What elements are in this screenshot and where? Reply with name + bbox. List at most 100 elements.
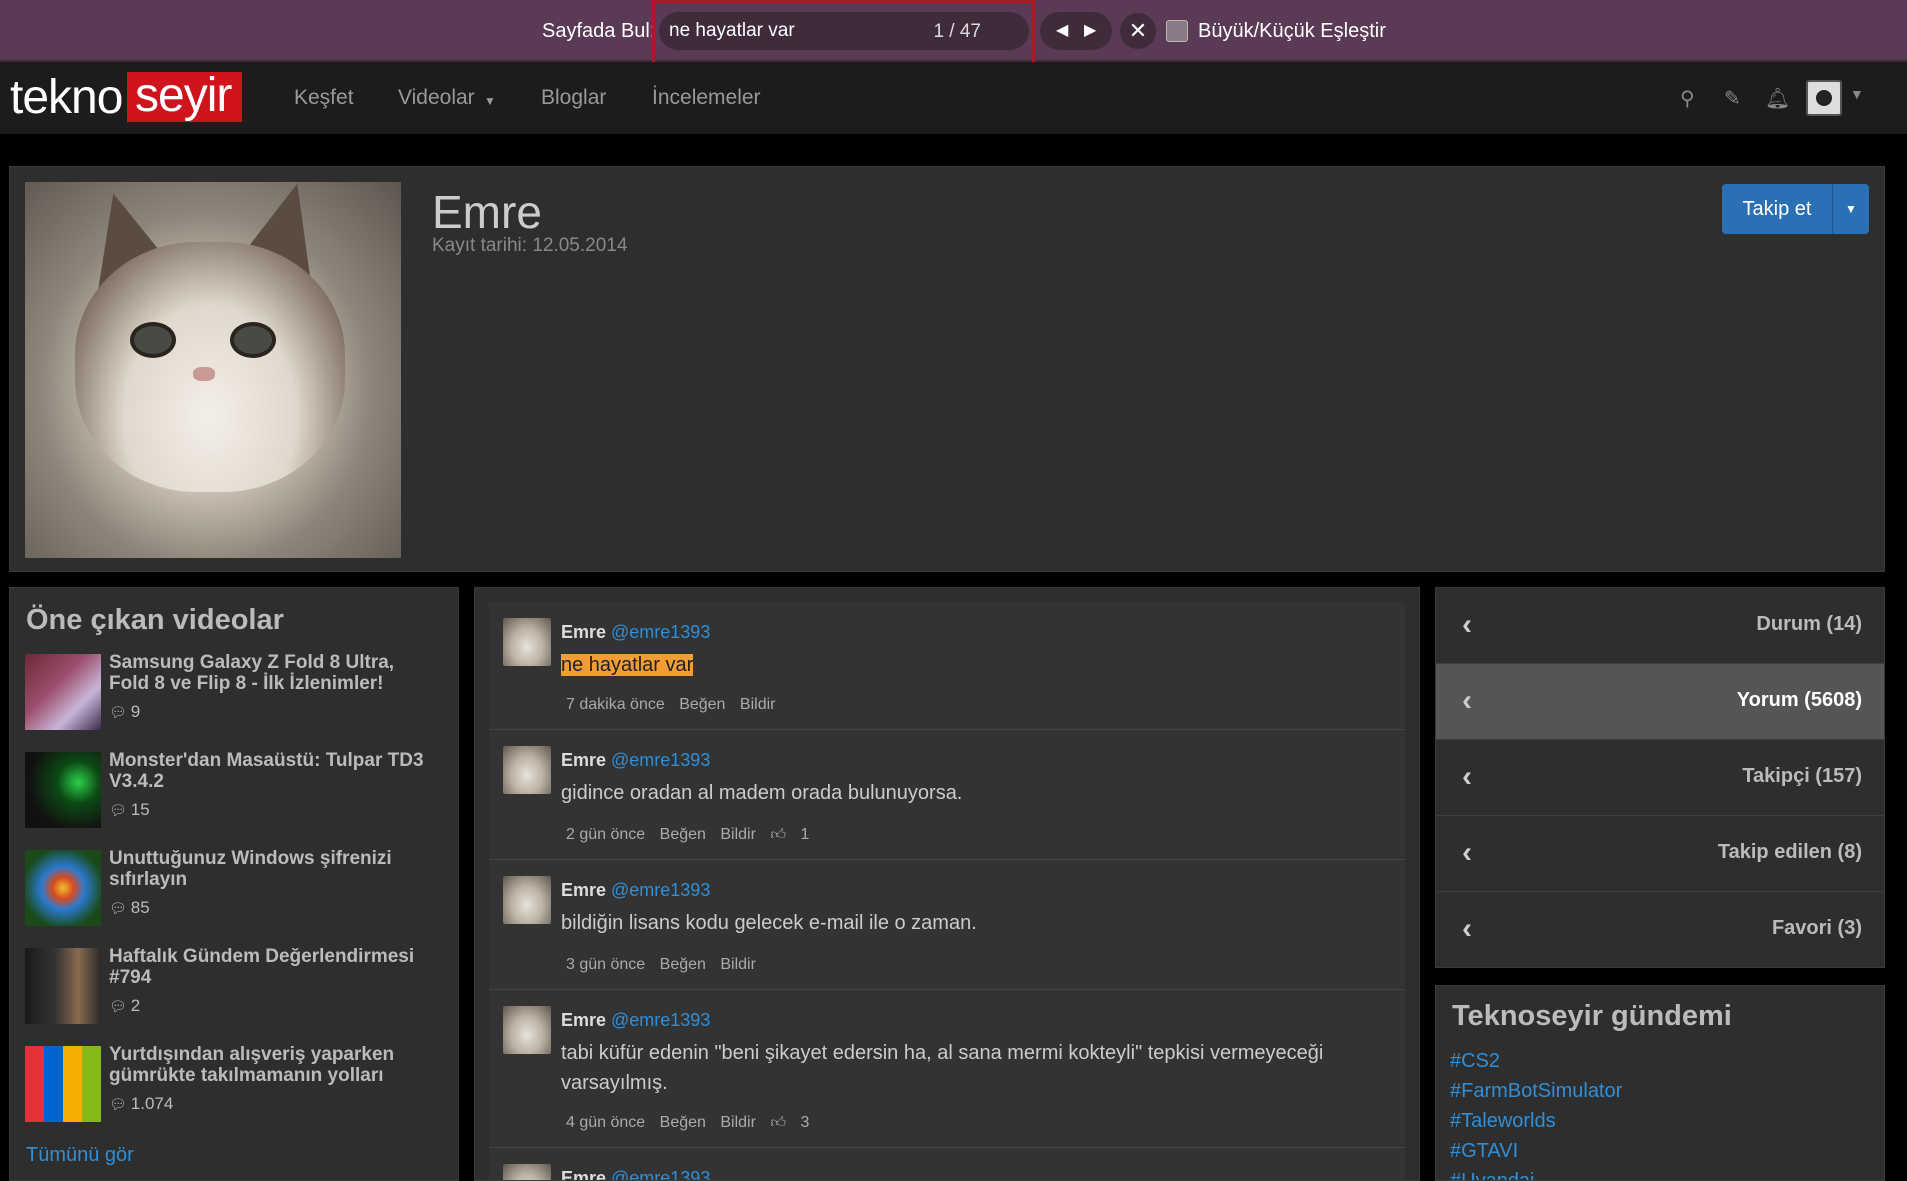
video-item[interactable]: Unuttuğunuz Windows şifrenizi sıfırlayın… — [25, 848, 445, 930]
tab-takipci[interactable]: ‹ Takipçi (157) — [1436, 740, 1884, 816]
comments-icon: 💬︎ — [109, 998, 127, 1014]
avatar[interactable] — [1806, 80, 1842, 116]
video-title[interactable]: Unuttuğunuz Windows şifrenizi sıfırlayın — [109, 848, 439, 890]
thumbs-up-icon: 👍︎ — [770, 826, 787, 843]
chevron-left-icon: ‹ — [1462, 912, 1472, 945]
trends-title: Teknoseyir gündemi — [1452, 1000, 1732, 1032]
pencil-icon[interactable]: ✎ — [1724, 86, 1741, 111]
like-button[interactable]: Beğen — [679, 696, 725, 713]
tab-durum[interactable]: ‹ Durum (14) — [1436, 588, 1884, 664]
tab-label[interactable]: Takipçi (157) — [1742, 765, 1862, 788]
featured-videos-panel: Öne çıkan videolar Samsung Galaxy Z Fold… — [9, 587, 459, 1181]
video-item[interactable]: Monster'dan Masaüstü: Tulpar TD3 V3.4.2 … — [25, 750, 445, 832]
video-thumbnail[interactable] — [25, 850, 101, 926]
video-comment-count: 💬︎ 85 — [109, 898, 150, 917]
video-comment-count: 💬︎ 1.074 — [109, 1094, 174, 1113]
nav-item-bloglar[interactable]: Bloglar — [541, 86, 606, 110]
comment-item: Emre @emre1393 ne hayatlar var 7 dakika … — [489, 602, 1405, 730]
chevron-down-icon[interactable]: ▼ — [1850, 86, 1864, 102]
tab-takip-edilen[interactable]: ‹ Takip edilen (8) — [1436, 816, 1884, 892]
bell-icon[interactable]: 🔔︎ — [1765, 86, 1790, 111]
follow-button[interactable]: Takip et ▼ — [1722, 184, 1869, 234]
comment-handle[interactable]: @emre1393 — [611, 1010, 710, 1031]
triangle-left-icon[interactable]: ◀ — [1056, 20, 1068, 40]
comment-avatar[interactable] — [503, 1006, 551, 1054]
thumbs-up-icon: 👍︎ — [770, 1114, 787, 1131]
trend-link[interactable]: #Uyandai — [1450, 1170, 1535, 1180]
top-navbar: tekno seyir Keşfet Videolar ▼ Bloglar İn… — [0, 62, 1907, 134]
comment-time[interactable]: 7 dakika önce — [566, 696, 665, 713]
video-thumbnail[interactable] — [25, 1046, 101, 1122]
comment-time[interactable]: 4 gün önce — [566, 1114, 645, 1131]
trend-link[interactable]: #GTAVI — [1450, 1140, 1518, 1163]
comment-item: Emre @emre1393 gidince oradan al madem o… — [489, 730, 1405, 860]
video-item[interactable]: Samsung Galaxy Z Fold 8 Ultra, Fold 8 ve… — [25, 652, 445, 734]
find-nav-group: ◀ ▶ — [1040, 12, 1112, 50]
video-item[interactable]: Yurtdışından alışveriş yaparken gümrükte… — [25, 1044, 445, 1126]
chevron-down-icon[interactable]: ▼ — [484, 94, 496, 108]
comment-time[interactable]: 3 gün önce — [566, 956, 645, 973]
triangle-right-icon[interactable]: ▶ — [1084, 20, 1096, 40]
see-all-link[interactable]: Tümünü gör — [26, 1144, 134, 1167]
tab-favori[interactable]: ‹ Favori (3) — [1436, 892, 1884, 968]
find-input[interactable] — [669, 16, 909, 46]
tab-label[interactable]: Takip edilen (8) — [1718, 841, 1862, 864]
report-button[interactable]: Bildir — [720, 956, 756, 973]
logo-tekno[interactable]: tekno — [10, 70, 123, 125]
trend-link[interactable]: #Taleworlds — [1450, 1110, 1556, 1133]
tab-label[interactable]: Yorum (5608) — [1737, 689, 1862, 712]
tab-label[interactable]: Favori (3) — [1772, 917, 1862, 940]
logo-seyir[interactable]: seyir — [127, 72, 242, 122]
trends-panel: Teknoseyir gündemi #CS2 #FarmBotSimulato… — [1435, 985, 1885, 1181]
video-item[interactable]: Haftalık Gündem Değerlendirmesi #794 💬︎ 2 — [25, 946, 445, 1028]
comment-avatar[interactable] — [503, 876, 551, 924]
video-title[interactable]: Haftalık Gündem Değerlendirmesi #794 — [109, 946, 439, 988]
like-button[interactable]: Beğen — [660, 826, 706, 843]
search-icon[interactable]: ⚲ — [1680, 86, 1695, 111]
nav-item-kesfet[interactable]: Keşfet — [294, 86, 354, 110]
chevron-down-icon[interactable]: ▼ — [1832, 184, 1869, 234]
trend-link[interactable]: #FarmBotSimulator — [1450, 1080, 1622, 1103]
comments-feed: Emre @emre1393 ne hayatlar var 7 dakika … — [474, 587, 1420, 1181]
comment-author[interactable]: Emre — [561, 1010, 606, 1031]
video-thumbnail[interactable] — [25, 948, 101, 1024]
like-count: 1 — [800, 826, 810, 843]
trend-link[interactable]: #CS2 — [1450, 1050, 1500, 1073]
video-title[interactable]: Samsung Galaxy Z Fold 8 Ultra, Fold 8 ve… — [109, 652, 439, 694]
comment-item: Emre @emre1393 tabi küfür edenin "beni ş… — [489, 990, 1405, 1148]
nav-item-incelemeler[interactable]: İncelemeler — [652, 86, 761, 110]
like-button[interactable]: Beğen — [660, 1114, 706, 1131]
match-case-label[interactable]: Büyük/Küçük Eşleştir — [1198, 20, 1386, 43]
report-button[interactable]: Bildir — [720, 826, 756, 843]
comment-author[interactable]: Emre — [561, 750, 606, 771]
nav-item-videolar[interactable]: Videolar — [398, 86, 475, 110]
close-icon[interactable]: ✕ — [1120, 13, 1156, 49]
like-button[interactable]: Beğen — [660, 956, 706, 973]
follow-button-label[interactable]: Takip et — [1722, 184, 1832, 234]
tab-label[interactable]: Durum (14) — [1756, 613, 1862, 636]
tab-yorum[interactable]: ‹ Yorum (5608) — [1436, 664, 1884, 740]
comment-avatar[interactable] — [503, 1164, 551, 1180]
chevron-left-icon: ‹ — [1462, 608, 1472, 641]
comments-icon: 💬︎ — [109, 900, 127, 916]
comment-handle[interactable]: @emre1393 — [611, 1168, 710, 1180]
report-button[interactable]: Bildir — [720, 1114, 756, 1131]
comment-avatar[interactable] — [503, 618, 551, 666]
comment-handle[interactable]: @emre1393 — [611, 880, 710, 901]
comment-text: gidince oradan al madem orada bulunuyors… — [561, 782, 963, 804]
comment-author[interactable]: Emre — [561, 1168, 606, 1180]
comment-author[interactable]: Emre — [561, 880, 606, 901]
comment-avatar[interactable] — [503, 746, 551, 794]
report-button[interactable]: Bildir — [740, 696, 776, 713]
chevron-left-icon: ‹ — [1462, 760, 1472, 793]
comment-handle[interactable]: @emre1393 — [611, 750, 710, 771]
video-thumbnail[interactable] — [25, 654, 101, 730]
video-thumbnail[interactable] — [25, 752, 101, 828]
match-case-checkbox[interactable] — [1166, 20, 1188, 42]
comment-author[interactable]: Emre — [561, 622, 606, 643]
comment-text: tabi küfür edenin "beni şikayet edersin … — [561, 1042, 1324, 1094]
video-title[interactable]: Yurtdışından alışveriş yaparken gümrükte… — [109, 1044, 439, 1086]
comment-handle[interactable]: @emre1393 — [611, 622, 710, 643]
comment-time[interactable]: 2 gün önce — [566, 826, 645, 843]
video-title[interactable]: Monster'dan Masaüstü: Tulpar TD3 V3.4.2 — [109, 750, 439, 792]
